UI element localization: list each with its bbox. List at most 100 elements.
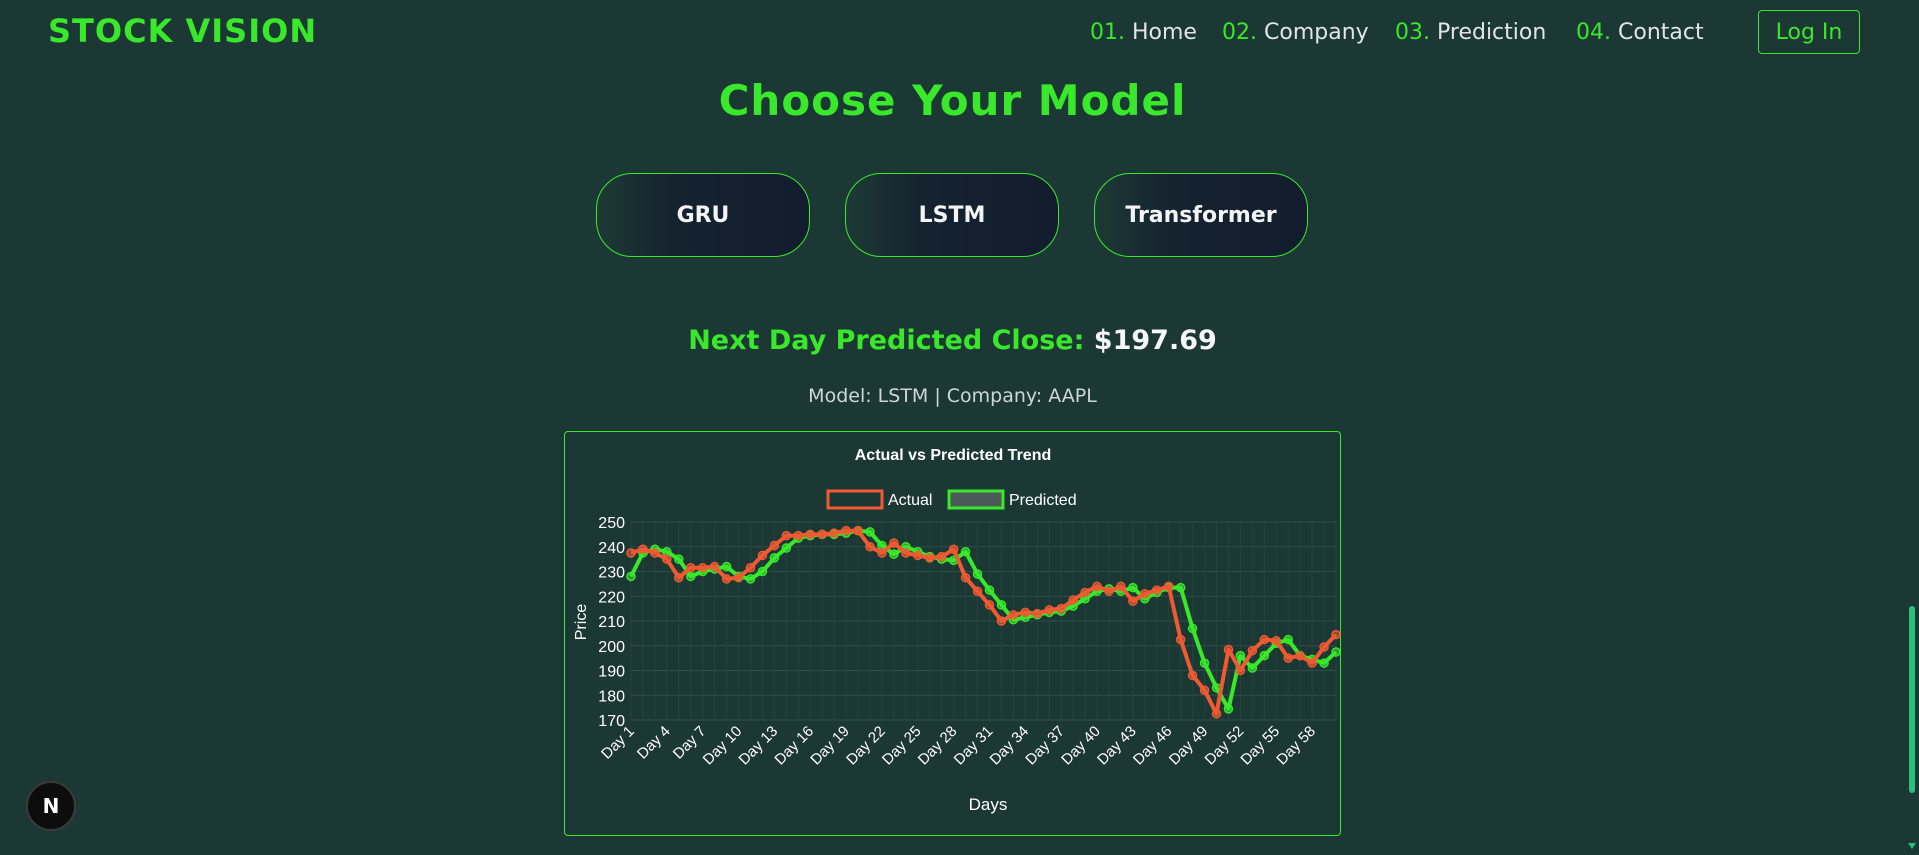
data-point-actual[interactable] (1140, 589, 1150, 599)
data-point-actual[interactable] (1175, 634, 1186, 645)
data-point-actual[interactable] (829, 528, 839, 538)
data-point-predicted[interactable] (626, 571, 636, 582)
data-point-actual[interactable] (1163, 581, 1174, 592)
data-point-predicted[interactable] (1223, 704, 1234, 714)
login-button[interactable]: Log In (1758, 10, 1860, 54)
data-point-actual[interactable] (650, 548, 660, 558)
data-point-actual[interactable] (1104, 586, 1114, 597)
data-point-actual[interactable] (1152, 585, 1162, 595)
data-point-predicted[interactable] (996, 600, 1007, 610)
data-point-actual[interactable] (889, 538, 899, 548)
nextjs-badge[interactable]: N (26, 781, 76, 831)
data-point-predicted[interactable] (757, 566, 768, 577)
data-point-actual[interactable] (662, 554, 672, 564)
model-button-lstm[interactable]: LSTM (845, 173, 1059, 257)
data-point-predicted[interactable] (984, 585, 995, 595)
data-point-actual[interactable] (757, 550, 768, 561)
data-point-predicted[interactable] (1128, 582, 1138, 593)
data-point-actual[interactable] (865, 542, 875, 552)
data-point-predicted[interactable] (889, 549, 899, 559)
data-point-actual[interactable] (853, 525, 863, 536)
data-point-predicted[interactable] (1319, 658, 1329, 668)
data-point-actual[interactable] (817, 529, 827, 540)
model-button-gru[interactable]: GRU (596, 173, 810, 257)
data-point-actual[interactable] (638, 544, 648, 554)
data-point-actual[interactable] (1247, 645, 1258, 656)
data-point-actual[interactable] (1128, 596, 1138, 606)
nav-item-company[interactable]: 02. Company (1222, 20, 1369, 45)
data-point-predicted[interactable] (1235, 650, 1246, 661)
data-point-actual[interactable] (1092, 581, 1102, 592)
data-point-predicted[interactable] (1187, 623, 1198, 634)
data-point-predicted[interactable] (685, 571, 696, 582)
data-point-actual[interactable] (1056, 603, 1066, 614)
data-point-actual[interactable] (1319, 642, 1329, 652)
data-point-predicted[interactable] (674, 554, 684, 564)
data-point-predicted[interactable] (721, 561, 732, 572)
data-point-actual[interactable] (781, 530, 792, 541)
data-point-predicted[interactable] (865, 527, 875, 537)
data-point-actual[interactable] (697, 563, 708, 573)
data-point-actual[interactable] (960, 572, 971, 583)
data-point-actual[interactable] (626, 548, 636, 558)
data-point-actual[interactable] (1259, 634, 1270, 645)
data-point-predicted[interactable] (745, 574, 756, 584)
data-point-actual[interactable] (709, 561, 720, 572)
data-point-actual[interactable] (901, 548, 911, 558)
chart-legend[interactable]: Actual Predicted (826, 489, 1077, 510)
data-point-actual[interactable] (805, 529, 815, 540)
model-button-transformer[interactable]: Transformer (1094, 173, 1308, 257)
data-point-actual[interactable] (1235, 665, 1246, 676)
data-point-actual[interactable] (1223, 644, 1234, 655)
data-point-actual[interactable] (948, 544, 959, 554)
data-point-actual[interactable] (984, 600, 995, 610)
data-point-predicted[interactable] (1331, 647, 1341, 657)
data-point-predicted[interactable] (960, 546, 971, 557)
data-point-actual[interactable] (936, 551, 947, 562)
data-point-actual[interactable] (877, 548, 887, 558)
legend-label-predicted: Predicted (1009, 492, 1077, 509)
data-point-actual[interactable] (1116, 581, 1126, 592)
scroll-down-arrow-icon[interactable] (1908, 843, 1916, 849)
data-point-actual[interactable] (924, 553, 935, 563)
data-point-actual[interactable] (1331, 629, 1341, 640)
nav-item-prediction[interactable]: 03. Prediction (1395, 20, 1546, 45)
data-point-actual[interactable] (1044, 605, 1054, 615)
data-point-predicted[interactable] (769, 553, 780, 563)
data-point-actual[interactable] (1295, 650, 1305, 661)
data-point-actual[interactable] (674, 572, 684, 583)
data-point-predicted[interactable] (1175, 582, 1186, 593)
data-point-predicted[interactable] (1199, 658, 1210, 668)
data-point-actual[interactable] (733, 572, 744, 583)
data-point-actual[interactable] (913, 550, 923, 561)
data-point-actual[interactable] (1199, 685, 1210, 696)
data-point-actual[interactable] (841, 525, 851, 536)
nav-label: Prediction (1437, 20, 1547, 45)
data-point-actual[interactable] (972, 586, 983, 597)
data-point-actual[interactable] (1187, 670, 1198, 681)
data-point-actual[interactable] (996, 616, 1007, 626)
data-point-actual[interactable] (1211, 709, 1222, 719)
nav-item-home[interactable]: 01. Home (1090, 20, 1197, 45)
data-point-actual[interactable] (769, 540, 780, 551)
data-point-actual[interactable] (1008, 610, 1019, 620)
data-point-actual[interactable] (721, 574, 732, 584)
data-point-actual[interactable] (1020, 607, 1031, 618)
data-point-actual[interactable] (1032, 608, 1043, 619)
scrollbar-thumb[interactable] (1909, 606, 1915, 793)
nav-item-contact[interactable]: 04. Contact (1576, 20, 1704, 45)
data-point-actual[interactable] (1068, 595, 1078, 605)
data-point-predicted[interactable] (1247, 663, 1258, 673)
data-point-predicted[interactable] (1259, 650, 1270, 661)
data-point-actual[interactable] (745, 563, 756, 573)
data-point-predicted[interactable] (972, 569, 983, 579)
data-point-actual[interactable] (1080, 587, 1090, 598)
brand-logo[interactable]: STOCK VISION (48, 12, 317, 50)
data-point-predicted[interactable] (781, 543, 792, 553)
data-point-actual[interactable] (685, 563, 696, 573)
data-point-actual[interactable] (1283, 653, 1293, 663)
data-point-actual[interactable] (1271, 636, 1282, 646)
data-point-actual[interactable] (793, 530, 804, 541)
data-point-predicted[interactable] (1283, 634, 1293, 645)
data-point-actual[interactable] (1307, 658, 1317, 668)
